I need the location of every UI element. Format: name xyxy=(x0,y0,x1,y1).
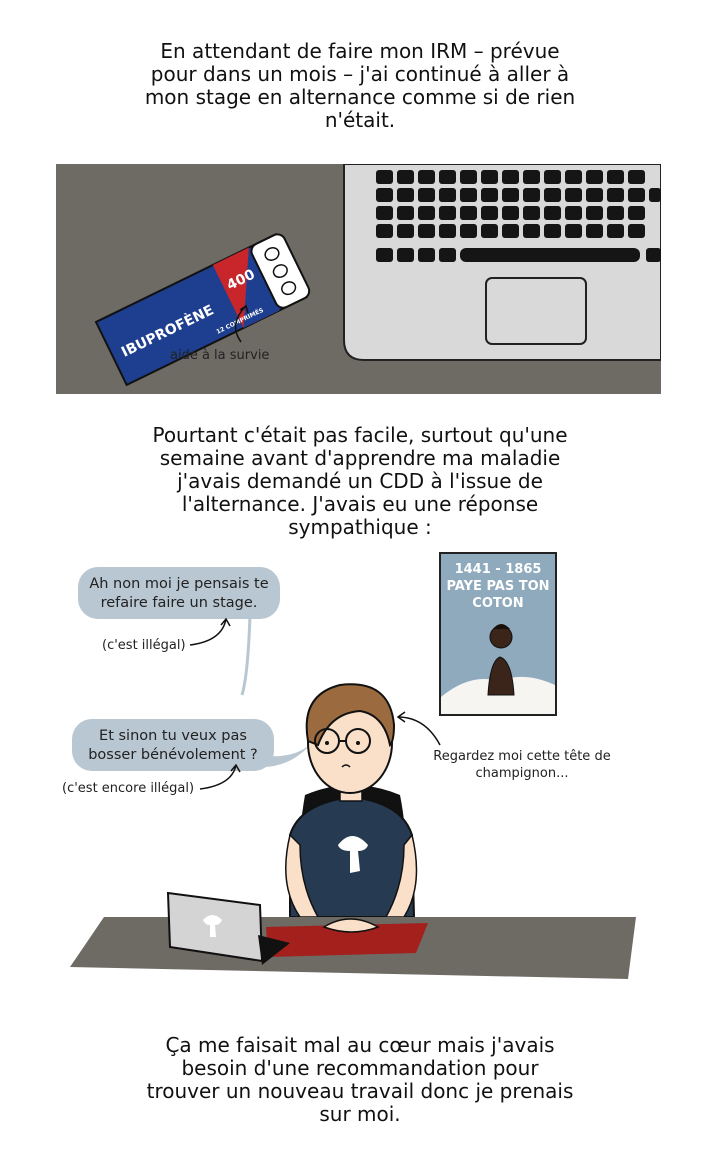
bubble1-text: Ah non moi je pensais te refaire faire u… xyxy=(78,575,280,613)
caption-line: mon stage en alternance comme si de rien xyxy=(144,85,576,109)
caption-line: pour dans un mois – j'ai continué à alle… xyxy=(150,62,570,86)
bubble-line: bosser bénévolement ? xyxy=(88,747,258,763)
note-line: Regardez moi cette tête de xyxy=(433,749,611,764)
caption-line: Ça me faisait mal au cœur mais j'avais xyxy=(165,1033,555,1057)
touchpad xyxy=(485,277,587,345)
caption-context: Pourtant c'était pas facile, surtout qu'… xyxy=(0,424,720,539)
bubble-line: refaire faire un stage. xyxy=(100,595,258,611)
note-line: champignon... xyxy=(475,766,569,781)
note-illegal-again: (c'est encore illégal) xyxy=(62,781,195,796)
note-survival: aide à la survie xyxy=(170,348,270,363)
bubble-line: Et sinon tu veux pas xyxy=(99,728,247,744)
caption-line: semaine avant d'apprendre ma maladie xyxy=(159,446,561,470)
note-mushroom: Regardez moi cette tête de champignon... xyxy=(422,748,622,782)
caption-line: n'était. xyxy=(324,108,396,132)
caption-line: besoin d'une recommandation pour xyxy=(181,1056,539,1080)
caption-line: l'alternance. J'avais eu une réponse xyxy=(181,492,539,516)
bubble-line: Ah non moi je pensais te xyxy=(89,576,269,592)
desk-panel: IBUPROFÈNE 400 12 COMPRIMÉS xyxy=(56,164,661,394)
laptop-icon xyxy=(343,164,661,361)
caption-line: En attendant de faire mon IRM – prévue xyxy=(160,39,560,63)
caption-line: j'avais demandé un CDD à l'issue de xyxy=(177,469,543,493)
poster-line3: COTON xyxy=(472,596,523,611)
caption-line: trouver un nouveau travail donc je prena… xyxy=(146,1079,574,1103)
note-illegal: (c'est illégal) xyxy=(102,638,186,653)
poster-line1: 1441 - 1865 xyxy=(455,562,542,577)
caption-line: sympathique : xyxy=(288,515,432,539)
caption-line: sur moi. xyxy=(319,1102,401,1126)
caption-line: Pourtant c'était pas facile, surtout qu'… xyxy=(152,423,568,447)
poster-line2: PAYE PAS TON xyxy=(446,579,549,594)
caption-conclusion: Ça me faisait mal au cœur mais j'avais b… xyxy=(0,1034,720,1126)
caption-intro: En attendant de faire mon IRM – prévue p… xyxy=(0,40,720,132)
arrow-icon xyxy=(189,618,227,646)
bubble2-text: Et sinon tu veux pas bosser bénévolement… xyxy=(72,727,274,765)
poster xyxy=(439,552,557,716)
